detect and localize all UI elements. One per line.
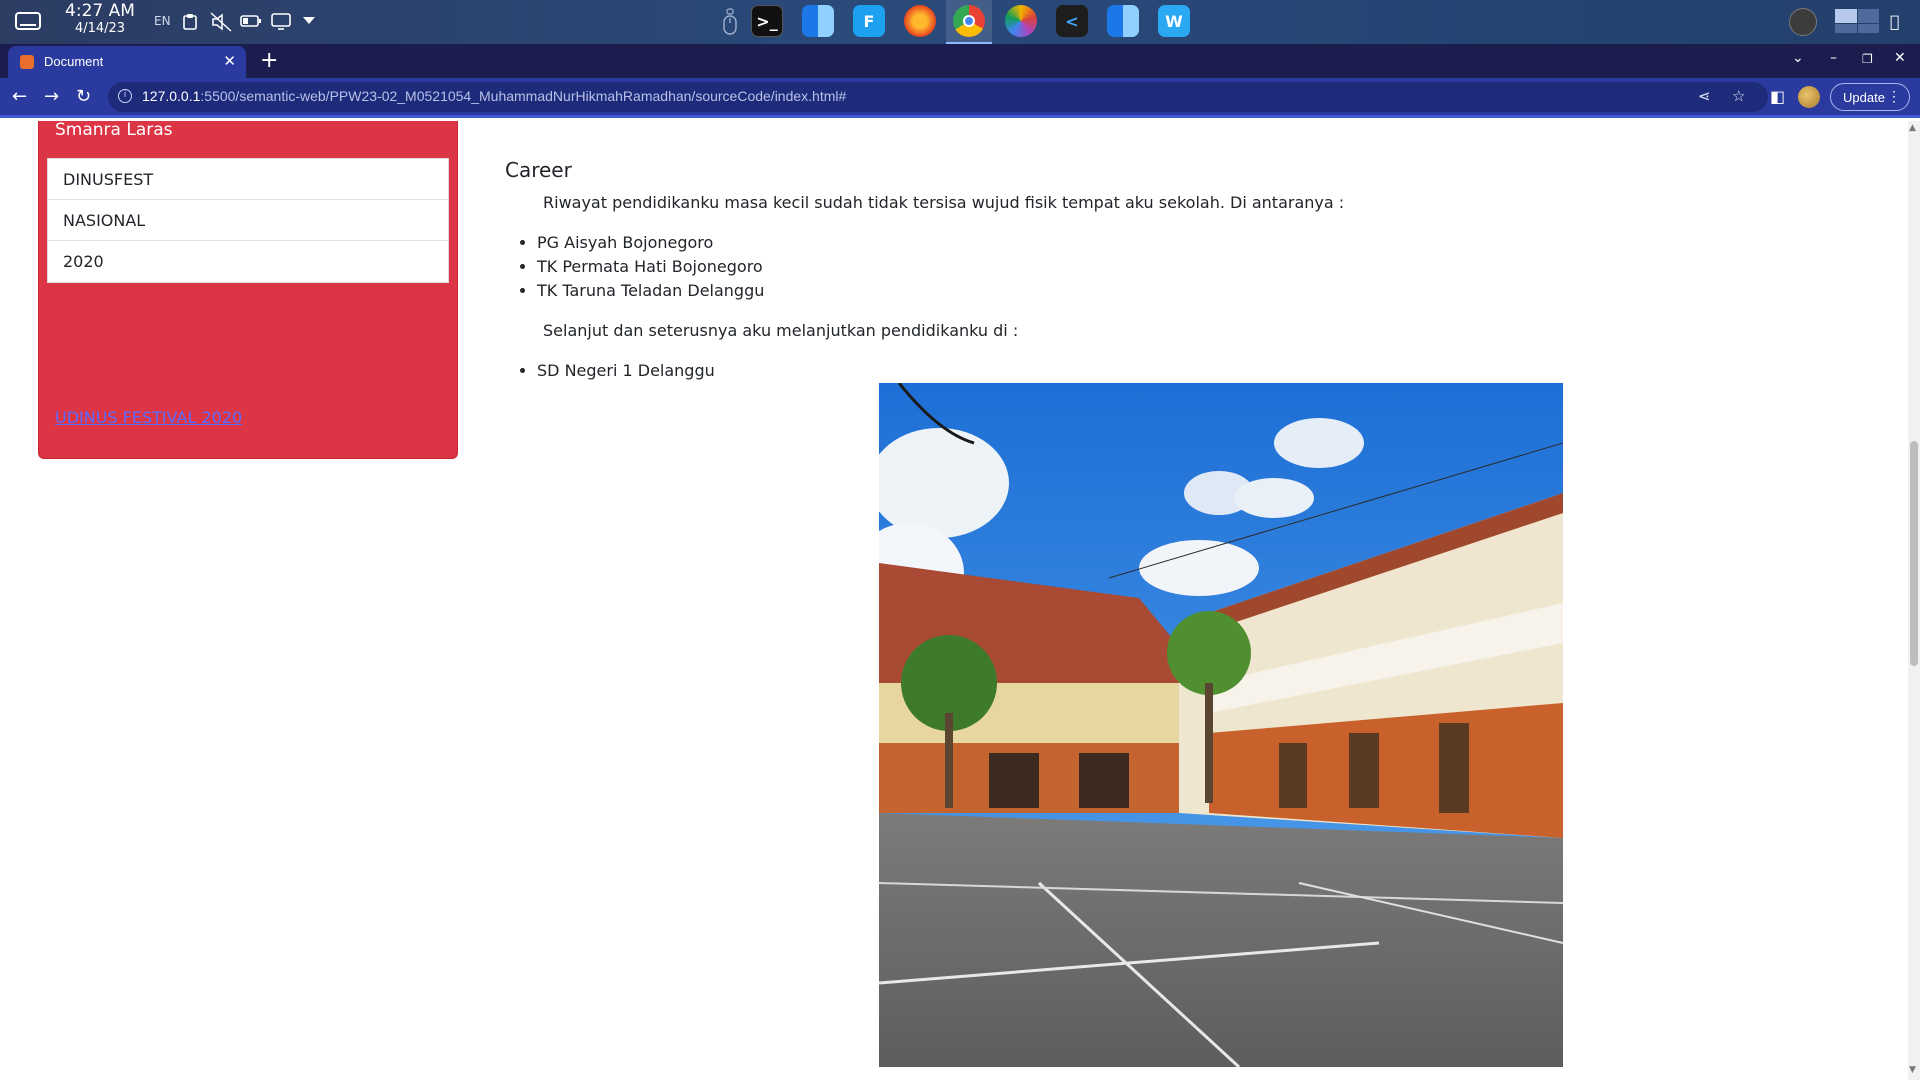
card-link[interactable]: UDINUS FESTIVAL 2020 <box>55 408 242 427</box>
card-list-group: DINUSFEST NASIONAL 2020 <box>47 158 449 283</box>
intro-paragraph: Riwayat pendidikanku masa kecil sudah ti… <box>543 193 1345 212</box>
restore-window-icon[interactable]: ❐ <box>1862 52 1873 66</box>
career-heading: Career <box>505 158 572 182</box>
chrome-app-icon[interactable] <box>953 5 985 37</box>
clock-time: 4:27 AM <box>65 1 135 21</box>
bookmark-star-icon[interactable]: ☆ <box>1732 87 1745 105</box>
list-item: DINUSFEST <box>48 159 448 200</box>
mouse-icon <box>722 8 738 36</box>
keyboard-language-indicator[interactable]: EN <box>154 14 171 28</box>
list-item: 2020 <box>63 252 104 271</box>
finder-app-icon[interactable] <box>802 5 834 37</box>
url-text[interactable]: 127.0.0.1:5500/semantic-web/PPW23-02_M05… <box>142 88 846 104</box>
web-page-content: Smanra Laras DINUSFEST NASIONAL 2020 UDI… <box>0 121 1908 1080</box>
workspace-switcher-icon[interactable] <box>1834 8 1880 34</box>
reload-icon[interactable]: ↻ <box>76 86 91 107</box>
school-photo <box>879 383 1563 1067</box>
terminal-app-icon[interactable]: >_ <box>751 5 783 37</box>
page-scrollbar[interactable]: ▲ ▼ <box>1908 121 1920 1080</box>
update-button-label: Update <box>1843 89 1885 105</box>
new-tab-button[interactable]: + <box>260 48 278 73</box>
system-clock[interactable]: 4:27 AM 4/14/23 <box>60 1 140 36</box>
scroll-down-arrow-icon[interactable]: ▼ <box>1909 1065 1916 1075</box>
browser-toolbar: ← → ↻ i 127.0.0.1:5500/semantic-web/PPW2… <box>0 78 1920 118</box>
volume-muted-icon[interactable] <box>210 12 232 32</box>
vscode-app-icon[interactable]: < <box>1056 5 1088 37</box>
system-monitor-icon[interactable] <box>1789 8 1817 36</box>
list-item: TK Permata Hati Bojonegoro <box>537 255 764 279</box>
display-icon[interactable] <box>271 13 291 30</box>
wps-office-app-icon[interactable]: W <box>1158 5 1190 37</box>
tab-search-chevron-icon[interactable]: ⌄ <box>1792 50 1804 66</box>
tab-title: Document <box>44 54 104 69</box>
school-list: SD Negeri 1 Delanggu <box>537 359 715 383</box>
more-menu-icon[interactable]: ⋮ <box>1887 88 1901 105</box>
clipboard-icon[interactable] <box>183 13 197 30</box>
battery-icon[interactable] <box>240 14 262 28</box>
list-item: PG Aisyah Bojonegoro <box>537 231 764 255</box>
apple-menu-icon[interactable]:  <box>1890 12 1900 31</box>
url-host: 127.0.0.1 <box>142 88 201 104</box>
forward-arrow-icon[interactable]: → <box>44 86 59 107</box>
site-info-icon[interactable]: i <box>118 89 132 103</box>
list-item: TK Taruna Teladan Delanggu <box>537 279 764 303</box>
firefox-app-icon[interactable] <box>904 5 936 37</box>
scroll-up-arrow-icon[interactable]: ▲ <box>1909 123 1916 133</box>
sidebar-card: Smanra Laras DINUSFEST NASIONAL 2020 UDI… <box>38 121 458 459</box>
photos-app-icon[interactable] <box>1005 5 1037 37</box>
side-panel-icon[interactable]: ◧ <box>1770 87 1785 106</box>
browser-tab-strip: Document ✕ + ⌄ – ❐ ✕ <box>0 44 1920 78</box>
html5-favicon-icon <box>20 55 34 69</box>
address-bar[interactable]: i 127.0.0.1:5500/semantic-web/PPW23-02_M… <box>108 82 1768 112</box>
profile-avatar[interactable] <box>1798 86 1820 108</box>
continuation-paragraph: Selanjut dan seterusnya aku melanjutkan … <box>543 321 1019 340</box>
early-education-list: PG Aisyah Bojonegoro TK Permata Hati Boj… <box>537 231 764 303</box>
update-button[interactable]: Update ⋮ <box>1830 83 1910 111</box>
list-item: NASIONAL <box>48 200 448 241</box>
share-icon[interactable]: ⋖ <box>1698 87 1711 105</box>
close-tab-icon[interactable]: ✕ <box>223 52 236 70</box>
card-heading: Smanra Laras <box>55 121 173 140</box>
close-window-icon[interactable]: ✕ <box>1894 50 1906 66</box>
back-arrow-icon[interactable]: ← <box>12 86 27 107</box>
tab-document[interactable]: Document ✕ <box>8 46 246 78</box>
list-item: SD Negeri 1 Delanggu <box>537 359 715 383</box>
clock-date: 4/14/23 <box>74 21 126 36</box>
os-taskbar: 4:27 AM 4/14/23 EN >_ F < W  <box>0 0 1920 44</box>
scrollbar-thumb[interactable] <box>1910 441 1918 666</box>
chevron-down-icon[interactable] <box>302 16 316 26</box>
url-path: :5500/semantic-web/PPW23-02_M0521054_Muh… <box>200 88 847 104</box>
minimize-window-icon[interactable]: – <box>1830 50 1837 66</box>
desktop-overview-icon[interactable] <box>14 10 42 32</box>
flutter-app-icon[interactable]: F <box>853 5 885 37</box>
finder-second-app-icon[interactable] <box>1107 5 1139 37</box>
